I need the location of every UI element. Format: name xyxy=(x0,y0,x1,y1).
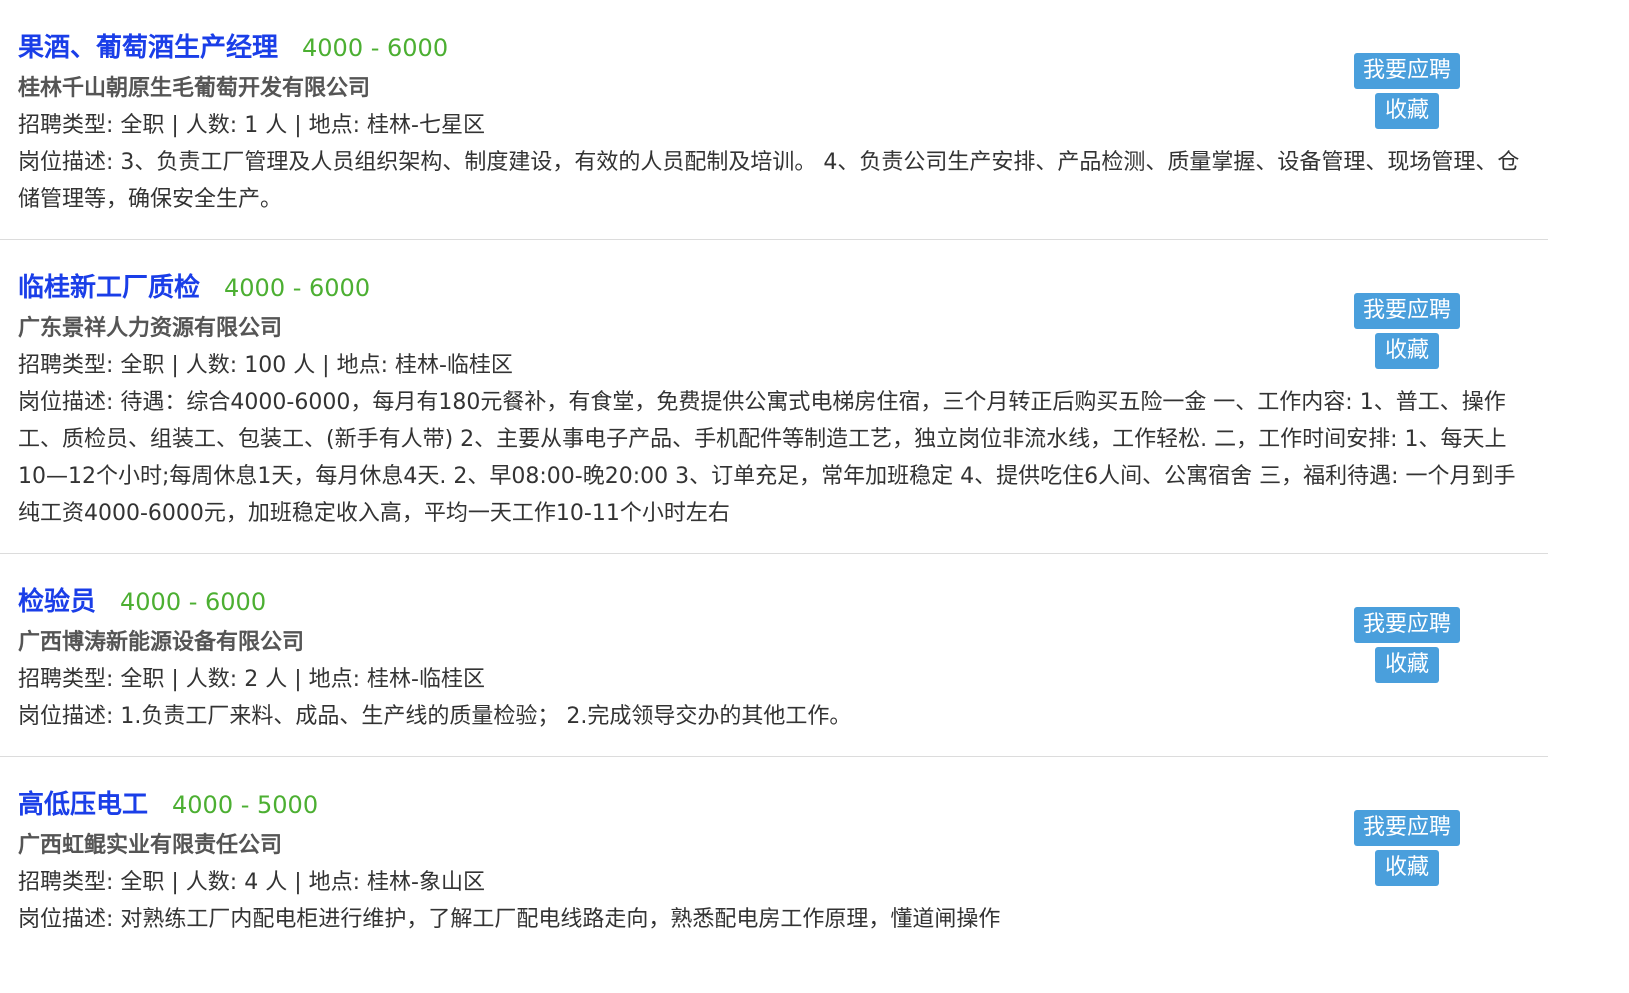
job-salary: 4000 - 6000 xyxy=(120,588,267,616)
job-description: 岗位描述: 对熟练工厂内配电柜进行维护，了解工厂配电线路走向，熟悉配电房工作原理… xyxy=(18,907,1001,932)
favorite-button[interactable]: 收藏 xyxy=(1374,93,1439,129)
job-item: 检验员 4000 - 6000 广西博涛新能源设备有限公司 招聘类型: 全职 |… xyxy=(0,554,1548,757)
job-meta: 招聘类型: 全职 | 人数: 2 人 | 地点: 桂林-临桂区 xyxy=(18,667,485,692)
job-salary: 4000 - 6000 xyxy=(224,274,371,302)
company-name: 桂林千山朝原生毛葡萄开发有限公司 xyxy=(18,76,371,101)
job-title-row: 果酒、葡萄酒生产经理 4000 - 6000 xyxy=(18,26,1548,70)
job-salary: 4000 - 5000 xyxy=(172,791,319,819)
apply-button[interactable]: 我要应聘 xyxy=(1353,607,1460,643)
job-title-row: 高低压电工 4000 - 5000 xyxy=(18,783,1548,827)
favorite-button[interactable]: 收藏 xyxy=(1374,647,1439,683)
job-title-row: 检验员 4000 - 6000 xyxy=(18,580,1548,624)
job-description: 岗位描述: 1.负责工厂来料、成品、生产线的质量检验； 2.完成领导交办的其他工… xyxy=(18,704,852,729)
job-item: 临桂新工厂质检 4000 - 6000 广东景祥人力资源有限公司 招聘类型: 全… xyxy=(0,240,1548,554)
job-meta: 招聘类型: 全职 | 人数: 4 人 | 地点: 桂林-象山区 xyxy=(18,870,485,895)
favorite-button[interactable]: 收藏 xyxy=(1374,333,1439,369)
job-item: 高低压电工 4000 - 5000 广西虹鲲实业有限责任公司 招聘类型: 全职 … xyxy=(0,757,1548,959)
job-description: 岗位描述: 3、负责工厂管理及人员组织架构、制度建设，有效的人员配制及培训。 4… xyxy=(18,150,1520,212)
apply-button[interactable]: 我要应聘 xyxy=(1353,53,1460,89)
job-list: 果酒、葡萄酒生产经理 4000 - 6000 桂林千山朝原生毛葡萄开发有限公司 … xyxy=(0,0,1548,959)
job-meta: 招聘类型: 全职 | 人数: 1 人 | 地点: 桂林-七星区 xyxy=(18,113,485,138)
company-name: 广西虹鲲实业有限责任公司 xyxy=(18,833,283,858)
job-salary: 4000 - 6000 xyxy=(302,34,449,62)
apply-button[interactable]: 我要应聘 xyxy=(1353,293,1460,329)
job-title-link[interactable]: 临桂新工厂质检 xyxy=(18,266,200,310)
job-title-row: 临桂新工厂质检 4000 - 6000 xyxy=(18,266,1548,310)
favorite-button[interactable]: 收藏 xyxy=(1374,850,1439,886)
job-title-link[interactable]: 高低压电工 xyxy=(18,783,148,827)
job-actions: 我要应聘 收藏 xyxy=(1353,810,1460,886)
job-actions: 我要应聘 收藏 xyxy=(1353,53,1460,129)
job-meta: 招聘类型: 全职 | 人数: 100 人 | 地点: 桂林-临桂区 xyxy=(18,353,513,378)
company-name: 广东景祥人力资源有限公司 xyxy=(18,316,283,341)
job-actions: 我要应聘 收藏 xyxy=(1353,607,1460,683)
company-name: 广西博涛新能源设备有限公司 xyxy=(18,630,305,655)
job-title-link[interactable]: 检验员 xyxy=(18,580,96,624)
job-actions: 我要应聘 收藏 xyxy=(1353,293,1460,369)
job-title-link[interactable]: 果酒、葡萄酒生产经理 xyxy=(18,26,278,70)
job-description: 岗位描述: 待遇：综合4000-6000，每月有180元餐补，有食堂，免费提供公… xyxy=(18,390,1516,526)
apply-button[interactable]: 我要应聘 xyxy=(1353,810,1460,846)
job-item: 果酒、葡萄酒生产经理 4000 - 6000 桂林千山朝原生毛葡萄开发有限公司 … xyxy=(0,0,1548,240)
